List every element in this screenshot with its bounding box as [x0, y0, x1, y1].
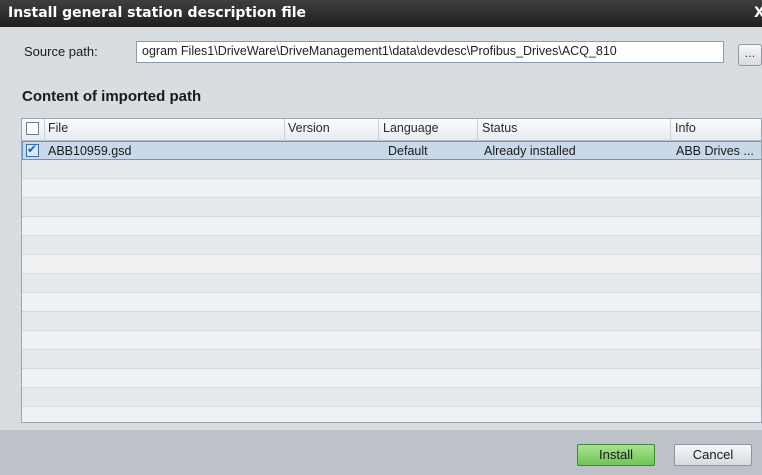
close-icon[interactable]: X — [754, 5, 762, 21]
browse-button[interactable]: ... — [738, 44, 762, 66]
title-bar[interactable]: Install general station description file… — [0, 0, 762, 27]
table-row-empty — [22, 179, 761, 198]
table-header: File Version Language Status Info — [22, 119, 761, 141]
install-button[interactable]: Install — [577, 444, 655, 466]
column-header-status[interactable]: Status — [482, 121, 517, 135]
cancel-button[interactable]: Cancel — [674, 444, 752, 466]
table-row[interactable]: ABB10959.gsd Default Already installed A… — [22, 141, 761, 160]
cell-info: ABB Drives ... — [676, 144, 754, 158]
table-row-empty — [22, 312, 761, 331]
table-row-empty — [22, 369, 761, 388]
column-header-language[interactable]: Language — [383, 121, 439, 135]
select-all-checkbox[interactable] — [26, 122, 39, 135]
install-gsd-dialog: Install general station description file… — [0, 0, 762, 475]
table-row-empty — [22, 350, 761, 369]
table-row-empty — [22, 274, 761, 293]
column-header-file[interactable]: File — [48, 121, 68, 135]
table-row-empty — [22, 388, 761, 407]
table-row-empty — [22, 198, 761, 217]
source-path-label: Source path: — [24, 44, 98, 59]
table-row-empty — [22, 331, 761, 350]
table-row-empty — [22, 236, 761, 255]
table-row-empty — [22, 407, 761, 422]
table-row-empty — [22, 293, 761, 312]
dialog-title: Install general station description file — [8, 5, 307, 21]
column-header-version[interactable]: Version — [288, 121, 330, 135]
table-row-empty — [22, 255, 761, 274]
content-section-title: Content of imported path — [22, 88, 202, 105]
source-path-input[interactable]: ogram Files1\DriveWare\DriveManagement1\… — [136, 41, 724, 63]
cell-status: Already installed — [484, 144, 576, 158]
column-header-info[interactable]: Info — [675, 121, 696, 135]
cell-file: ABB10959.gsd — [48, 144, 132, 158]
table-row-empty — [22, 160, 761, 179]
files-table: File Version Language Status Info ABB109… — [21, 118, 762, 423]
table-row-empty — [22, 217, 761, 236]
cell-language: Default — [388, 144, 428, 158]
row-checkbox[interactable] — [26, 142, 39, 157]
